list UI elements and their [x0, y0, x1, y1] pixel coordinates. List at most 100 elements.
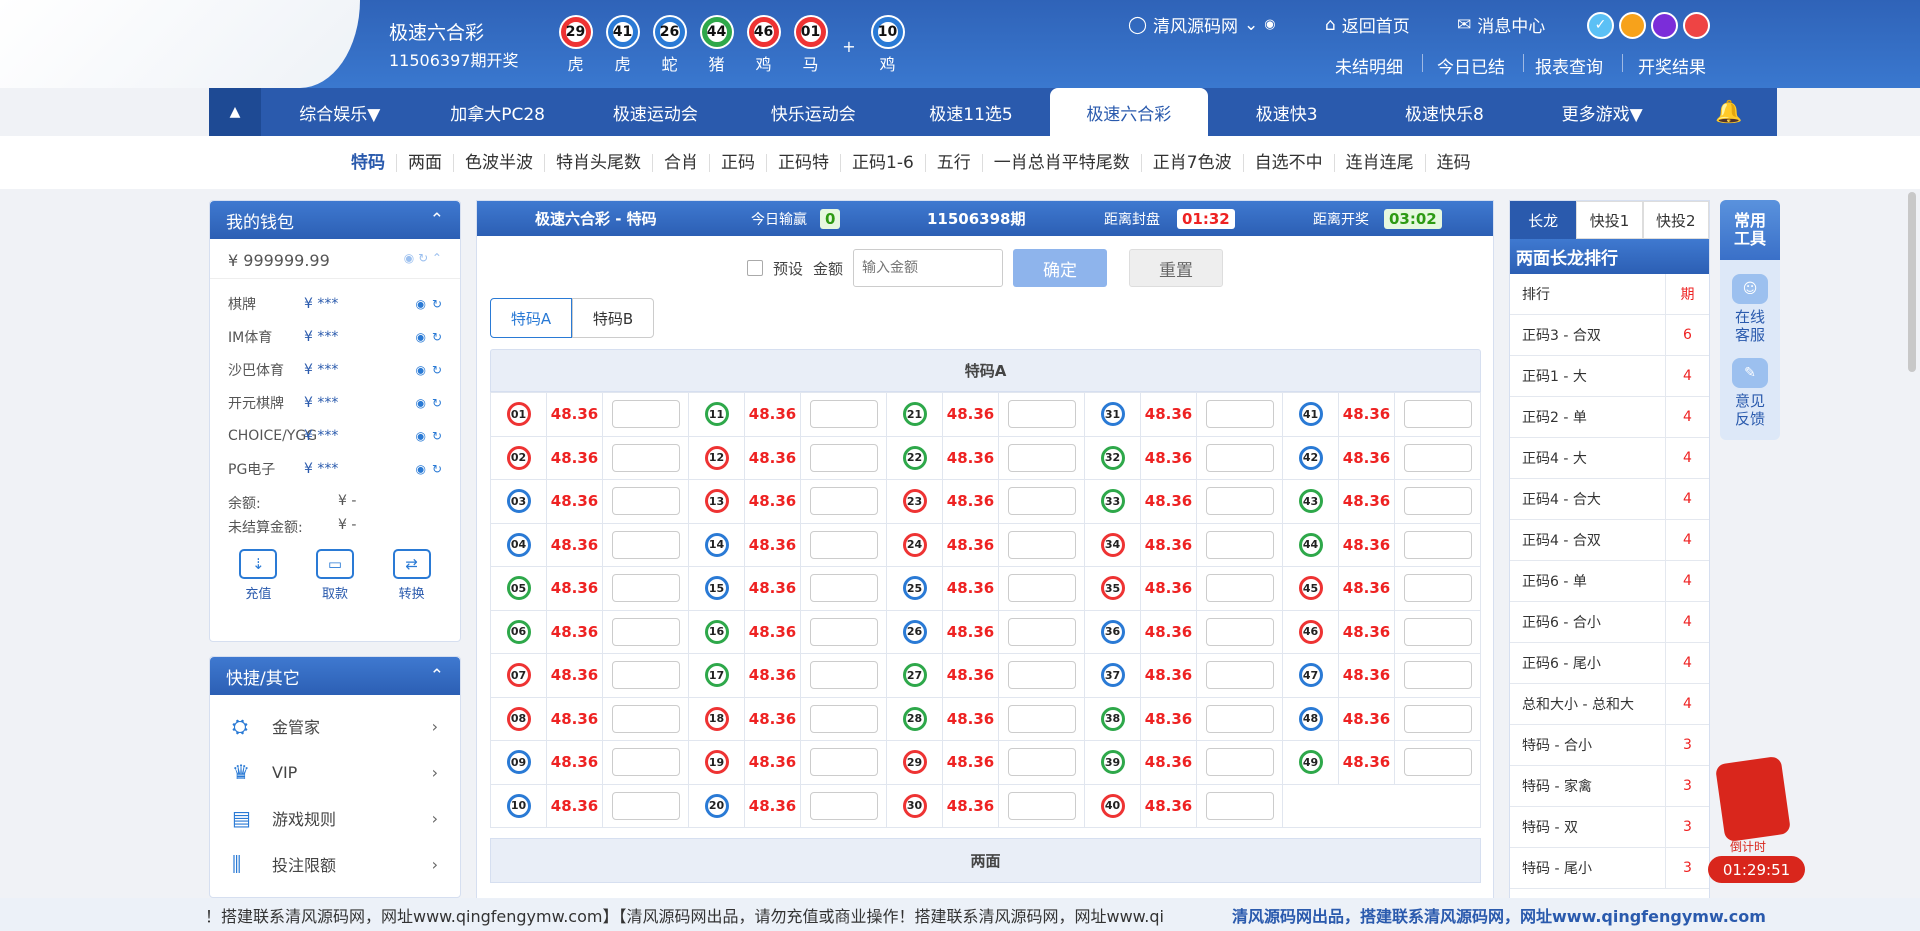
- subnav-item[interactable]: 特码: [340, 153, 397, 172]
- amount-input[interactable]: [853, 249, 1004, 287]
- bell-icon[interactable]: 🔔: [1681, 88, 1777, 136]
- theme-selector[interactable]: ✓: [1587, 12, 1710, 39]
- bet-amount-input[interactable]: [611, 617, 680, 646]
- number-cell[interactable]: 16: [688, 609, 745, 654]
- odds-cell[interactable]: 48.36: [942, 566, 999, 611]
- odds-cell[interactable]: 48.36: [546, 435, 603, 480]
- theme-dot[interactable]: [1683, 12, 1710, 39]
- bet-amount-input[interactable]: [611, 661, 680, 690]
- bet-amount-input[interactable]: [1205, 443, 1274, 472]
- bet-amount-input[interactable]: [1205, 487, 1274, 516]
- number-cell[interactable]: 22: [886, 435, 943, 480]
- eye-icon[interactable]: ◉: [415, 297, 425, 311]
- link-reports[interactable]: 报表查询: [1535, 53, 1603, 78]
- number-cell[interactable]: 49: [1282, 740, 1339, 785]
- nav-collapse-toggle[interactable]: ▲: [209, 88, 261, 136]
- subnav-item[interactable]: 正肖7色波: [1142, 153, 1244, 172]
- bet-amount-input[interactable]: [611, 487, 680, 516]
- theme-dot[interactable]: ✓: [1587, 12, 1614, 39]
- odds-cell[interactable]: 48.36: [744, 740, 801, 785]
- odds-cell[interactable]: 48.36: [942, 609, 999, 654]
- quick-header[interactable]: 快捷/其它 ⌃: [210, 657, 460, 695]
- odds-cell[interactable]: 48.36: [546, 783, 603, 828]
- odds-cell[interactable]: 48.36: [1140, 696, 1197, 741]
- wallet-header[interactable]: 我的钱包 ⌃: [210, 201, 460, 239]
- odds-cell[interactable]: 48.36: [546, 566, 603, 611]
- nav-item[interactable]: 快乐运动会: [734, 88, 892, 136]
- odds-cell[interactable]: 48.36: [546, 696, 603, 741]
- subnav-item[interactable]: 两面: [397, 153, 454, 172]
- odds-cell[interactable]: 48.36: [942, 435, 999, 480]
- number-cell[interactable]: 34: [1084, 522, 1141, 567]
- number-cell[interactable]: 20: [688, 783, 745, 828]
- odds-cell[interactable]: 48.36: [546, 479, 603, 524]
- subnav-item[interactable]: 连肖连尾: [1335, 153, 1426, 172]
- odds-cell[interactable]: 48.36: [744, 392, 801, 437]
- nav-item[interactable]: 更多游戏▼: [1523, 88, 1681, 136]
- subnav-item[interactable]: 特肖头尾数: [545, 153, 653, 172]
- number-cell[interactable]: 42: [1282, 435, 1339, 480]
- bet-amount-input[interactable]: [1403, 574, 1472, 603]
- subnav-item[interactable]: 合肖: [653, 153, 710, 172]
- number-cell[interactable]: 17: [688, 653, 745, 698]
- number-cell[interactable]: 37: [1084, 653, 1141, 698]
- deposit-button[interactable]: ⇣ 充值: [239, 549, 278, 602]
- link-unsettled[interactable]: 未结明细: [1335, 53, 1403, 78]
- subnav-item[interactable]: 色波半波: [454, 153, 545, 172]
- bet-amount-input[interactable]: [1205, 530, 1274, 559]
- number-cell[interactable]: 08: [490, 696, 547, 741]
- chevron-up-icon[interactable]: ⌃: [430, 666, 444, 686]
- number-cell[interactable]: 26: [886, 609, 943, 654]
- odds-cell[interactable]: 48.36: [1140, 740, 1197, 785]
- bet-amount-input[interactable]: [1205, 791, 1274, 820]
- ranking-row[interactable]: 特码 - 尾小 3: [1510, 848, 1709, 889]
- bet-amount-input[interactable]: [809, 704, 878, 733]
- withdraw-button[interactable]: ▭ 取款: [315, 549, 354, 602]
- odds-cell[interactable]: 48.36: [942, 740, 999, 785]
- nav-item[interactable]: 极速快乐8: [1366, 88, 1524, 136]
- odds-cell[interactable]: 48.36: [546, 392, 603, 437]
- eye-icon[interactable]: ◉: [1264, 17, 1275, 32]
- number-cell[interactable]: 10: [490, 783, 547, 828]
- bet-amount-input[interactable]: [1403, 617, 1472, 646]
- odds-cell[interactable]: 48.36: [744, 653, 801, 698]
- refresh-icon[interactable]: ◉ ↻ ⌃: [404, 251, 442, 270]
- odds-cell[interactable]: 48.36: [1338, 435, 1395, 480]
- ranking-row[interactable]: 特码 - 双 3: [1510, 807, 1709, 848]
- tab-quick-bet-2[interactable]: 快投2: [1642, 201, 1709, 239]
- number-cell[interactable]: 07: [490, 653, 547, 698]
- tab-tema-a[interactable]: 特码A: [490, 298, 572, 338]
- tab-long-dragon[interactable]: 长龙: [1510, 201, 1577, 239]
- customer-service-button[interactable]: ☺ 在线 客服: [1720, 274, 1780, 344]
- ranking-row[interactable]: 正码2 - 单 4: [1510, 397, 1709, 438]
- number-cell[interactable]: 25: [886, 566, 943, 611]
- odds-cell[interactable]: 48.36: [942, 392, 999, 437]
- bet-amount-input[interactable]: [611, 704, 680, 733]
- bet-amount-input[interactable]: [1403, 661, 1472, 690]
- odds-cell[interactable]: 48.36: [546, 522, 603, 567]
- subnav-item[interactable]: 正码1-6: [841, 153, 926, 172]
- bet-amount-input[interactable]: [809, 487, 878, 516]
- subnav-item[interactable]: 连码: [1426, 154, 1482, 172]
- number-cell[interactable]: 14: [688, 522, 745, 567]
- eye-icon[interactable]: ◉: [415, 330, 425, 344]
- link-settled-today[interactable]: 今日已结: [1437, 53, 1505, 78]
- odds-cell[interactable]: 48.36: [1140, 609, 1197, 654]
- feedback-button[interactable]: ✎ 意见 反馈: [1720, 358, 1780, 428]
- bet-amount-input[interactable]: [1007, 487, 1076, 516]
- number-cell[interactable]: 40: [1084, 783, 1141, 828]
- number-cell[interactable]: 43: [1282, 479, 1339, 524]
- refresh-icon[interactable]: ↻: [432, 330, 442, 344]
- number-cell[interactable]: 36: [1084, 609, 1141, 654]
- odds-cell[interactable]: 48.36: [546, 740, 603, 785]
- refresh-icon[interactable]: ↻: [432, 462, 442, 476]
- bet-amount-input[interactable]: [809, 400, 878, 429]
- odds-cell[interactable]: 48.36: [744, 435, 801, 480]
- bet-amount-input[interactable]: [1205, 574, 1274, 603]
- refresh-icon[interactable]: ↻: [432, 396, 442, 410]
- bet-amount-input[interactable]: [1403, 748, 1472, 777]
- ranking-row[interactable]: 正码1 - 大 4: [1510, 356, 1709, 397]
- ranking-row[interactable]: 总和大小 - 总和大 4: [1510, 684, 1709, 725]
- nav-item[interactable]: 极速11选5: [892, 88, 1050, 136]
- logo[interactable]: [0, 0, 360, 88]
